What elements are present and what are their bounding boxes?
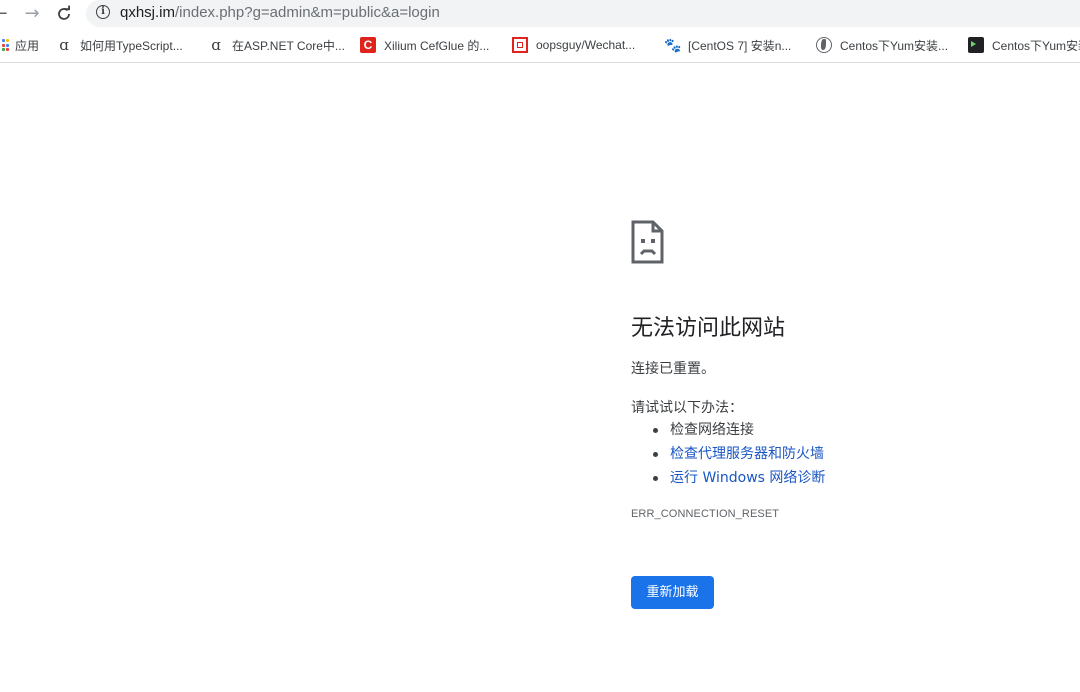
bookmark-wechat-repo[interactable]: oopsguy/Wechat...: [512, 31, 635, 59]
apps-grid-icon: [0, 37, 9, 53]
toolbar-divider: [0, 62, 1080, 63]
bookmark-label: [CentOS 7] 安装n...: [688, 38, 792, 53]
url-text[interactable]: qxhsj.im/index.php?g=admin&m=public&a=lo…: [120, 4, 440, 21]
error-title: 无法访问此网站: [631, 316, 786, 341]
bookmark-apps[interactable]: 应用: [0, 31, 39, 59]
bookmark-label: 应用: [15, 38, 40, 53]
bookmark-label: Centos下Yum安装: [992, 38, 1080, 53]
reload-button[interactable]: 重新加载: [631, 576, 714, 609]
back-icon[interactable]: ←: [0, 2, 12, 26]
terminal-icon: [968, 37, 984, 53]
browser-toolbar: ← → i qxhsj.im/index.php?g=admin&m=publi…: [0, 0, 1080, 28]
error-description: 连接已重置。: [631, 361, 715, 377]
cefglue-icon: C: [360, 37, 376, 53]
paw-icon: 🐾: [664, 37, 682, 53]
bookmark-centos-yum[interactable]: Centos下Yum安装...: [816, 31, 948, 59]
url-host: qxhsj.im: [120, 4, 176, 21]
bookmark-label: 如何用TypeScript...: [80, 38, 183, 53]
suggestion-check-network: 检查网络连接: [631, 418, 825, 442]
alpha-icon: ɑ: [211, 36, 221, 54]
sad-page-icon: [631, 220, 664, 264]
bookmark-label: Xilium CefGlue 的...: [384, 38, 490, 53]
suggestion-run-diagnostics-link[interactable]: 运行 Windows 网络诊断: [631, 466, 825, 490]
suggestions-list: 检查网络连接 检查代理服务器和防火墙 运行 Windows 网络诊断: [631, 418, 825, 490]
bookmark-label: oopsguy/Wechat...: [536, 38, 636, 52]
bookmark-cefglue[interactable]: C Xilium CefGlue 的...: [360, 31, 489, 59]
repo-icon: [512, 37, 528, 53]
bookmark-centos-install[interactable]: 🐾 [CentOS 7] 安装n...: [664, 31, 791, 59]
globe-icon: [816, 37, 832, 53]
address-bar[interactable]: i qxhsj.im/index.php?g=admin&m=public&a=…: [86, 0, 1080, 27]
site-info-icon[interactable]: i: [96, 5, 110, 19]
bookmark-centos-yum-2[interactable]: Centos下Yum安装: [968, 31, 1080, 59]
bookmark-label: Centos下Yum安装...: [840, 38, 949, 53]
reload-icon[interactable]: [52, 2, 76, 26]
bookmark-aspnet[interactable]: ɑ 在ASP.NET Core中...: [208, 31, 345, 59]
error-code: ERR_CONNECTION_RESET: [631, 508, 780, 520]
bookmarks-bar: 应用 ɑ 如何用TypeScript... ɑ 在ASP.NET Core中..…: [0, 31, 1080, 59]
url-path: /index.php?g=admin&m=public&a=login: [175, 4, 440, 21]
alpha-icon: ɑ: [59, 36, 69, 54]
suggestions-heading: 请试试以下办法：: [631, 400, 743, 416]
bookmark-typescript[interactable]: ɑ 如何用TypeScript...: [56, 31, 183, 59]
bookmark-label: 在ASP.NET Core中...: [232, 38, 345, 53]
suggestion-check-proxy-link[interactable]: 检查代理服务器和防火墙: [631, 442, 825, 466]
forward-icon[interactable]: →: [20, 2, 44, 26]
